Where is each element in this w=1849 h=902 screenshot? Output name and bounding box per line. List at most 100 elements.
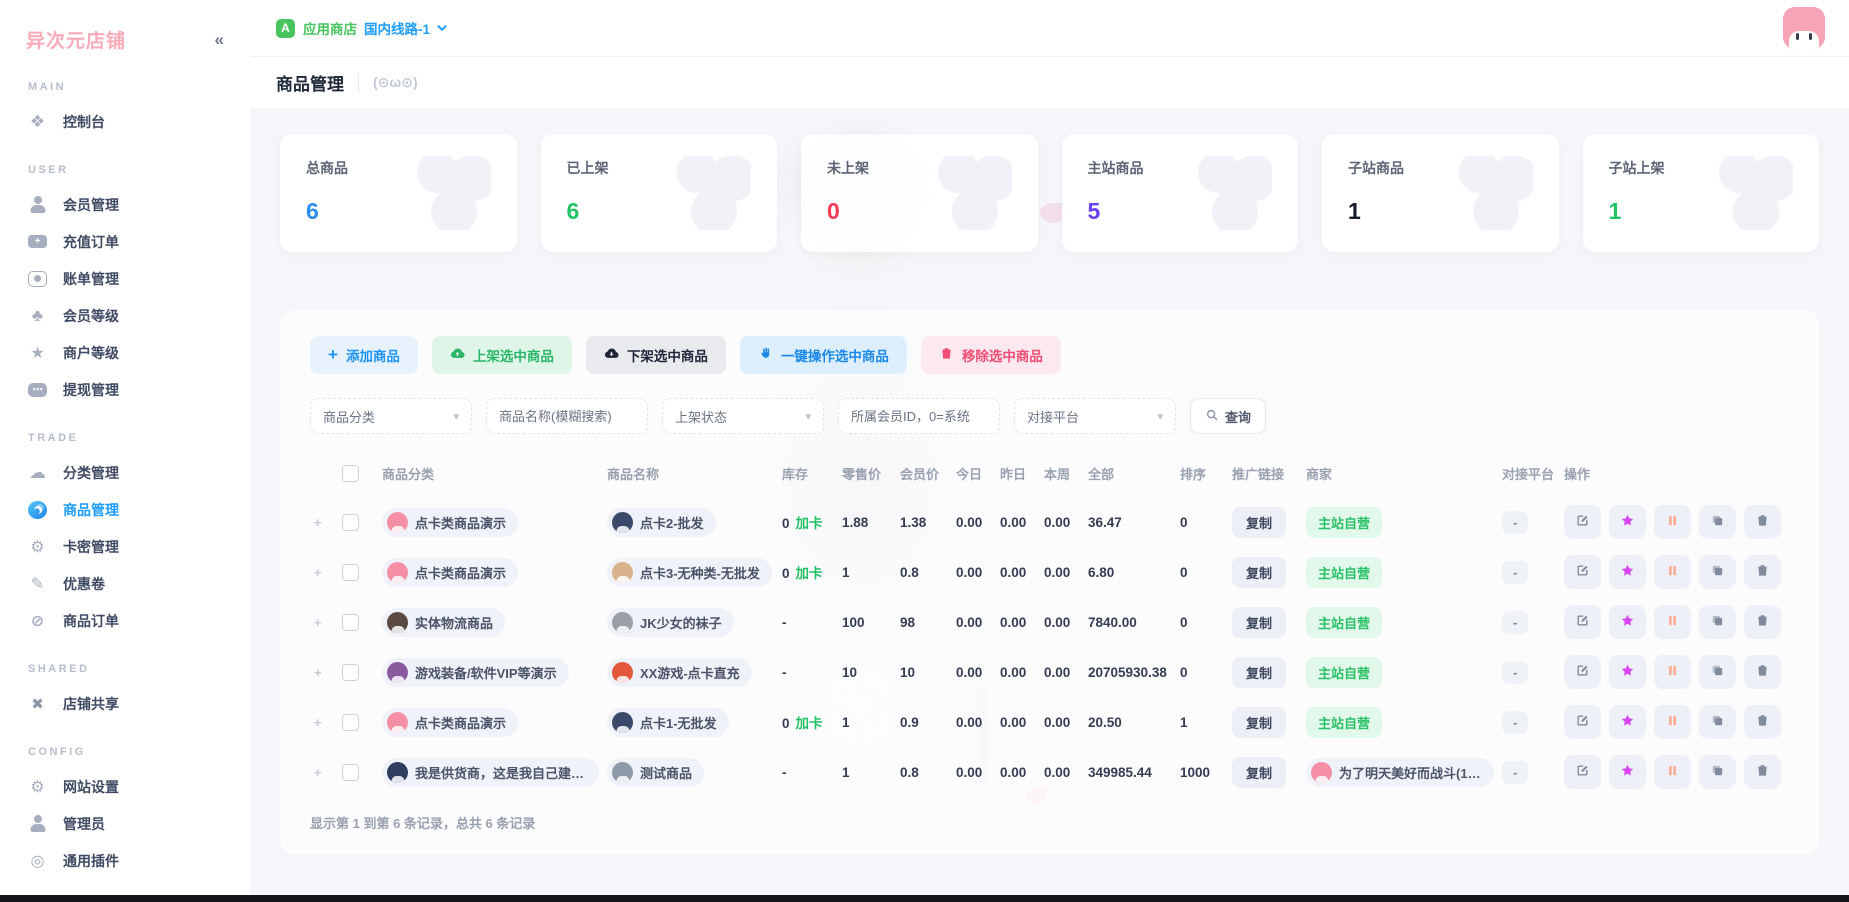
search-button[interactable]: 查询 [1190, 398, 1266, 434]
sidebar-item-billing[interactable]: 账单管理 [0, 260, 250, 297]
add-cards-link[interactable]: 加卡 [796, 566, 823, 581]
pause-action-button[interactable] [1654, 655, 1691, 689]
row-expander[interactable]: + [314, 715, 322, 730]
copy-action-button[interactable] [1699, 655, 1736, 689]
copy-action-button[interactable] [1699, 555, 1736, 589]
sidebar-item-product-orders[interactable]: 商品订单 [0, 602, 250, 639]
trash-action-button[interactable] [1744, 555, 1781, 589]
row-expander[interactable]: + [314, 765, 322, 780]
user-avatar[interactable] [1783, 7, 1825, 49]
star-action-button[interactable] [1609, 555, 1646, 589]
copy-link-button[interactable]: 复制 [1232, 507, 1286, 538]
row-expander[interactable]: + [314, 515, 322, 530]
edit-action-button[interactable] [1564, 555, 1601, 589]
filter-input-name[interactable] [499, 409, 635, 424]
copy-link-button[interactable]: 复制 [1232, 557, 1286, 588]
pause-action-button[interactable] [1654, 555, 1691, 589]
add-button[interactable]: +添加商品 [310, 336, 418, 374]
sidebar-item-site-settings[interactable]: 网站设置 [0, 768, 250, 805]
star-action-button[interactable] [1609, 505, 1646, 539]
line-selector[interactable]: 国内线路-1 [364, 18, 430, 38]
copy-link-button[interactable]: 复制 [1232, 707, 1286, 738]
filter-select-value: 对接平台 [1027, 407, 1079, 426]
sidebar-item-withdrawals[interactable]: 提现管理 [0, 371, 250, 408]
row-checkbox[interactable] [342, 614, 359, 631]
copy-action-button[interactable] [1699, 505, 1736, 539]
star-action-button[interactable] [1609, 705, 1646, 739]
sidebar-collapse-icon[interactable] [215, 30, 224, 50]
filter-select-status[interactable]: 上架状态▾ [662, 398, 824, 434]
week-cell: 0.00 [1040, 647, 1084, 697]
pause-action-button[interactable] [1654, 705, 1691, 739]
product-name-cell: 点卡1-无批发 [603, 697, 778, 747]
trash-action-button[interactable] [1744, 705, 1781, 739]
row-checkbox[interactable] [342, 714, 359, 731]
sidebar-item-shop-share[interactable]: 店铺共享 [0, 685, 250, 722]
copy-action-button[interactable] [1699, 755, 1736, 789]
edit-action-button[interactable] [1564, 705, 1601, 739]
remove-button[interactable]: 移除选中商品 [921, 336, 1061, 374]
avatar [612, 612, 633, 633]
select-all-checkbox[interactable] [342, 465, 359, 482]
star-action-button[interactable] [1609, 755, 1646, 789]
chevron-down-icon[interactable] [435, 21, 449, 35]
sidebar-item-label: 管理员 [63, 817, 105, 831]
merchant-cell: 主站自营 [1302, 697, 1498, 747]
yesterday-cell: 0.00 [996, 597, 1040, 647]
row-checkbox[interactable] [342, 764, 359, 781]
coupon-icon [28, 574, 47, 593]
sidebar-item-coupons[interactable]: 优惠卷 [0, 565, 250, 602]
trash-action-button[interactable] [1744, 605, 1781, 639]
edit-action-button[interactable] [1564, 605, 1601, 639]
category-cell: 点卡类商品演示 [378, 547, 603, 597]
batch-button[interactable]: 一键操作选中商品 [740, 336, 907, 374]
sidebar-item-card-keys[interactable]: 卡密管理 [0, 528, 250, 565]
row-checkbox[interactable] [342, 564, 359, 581]
copy-link-button[interactable]: 复制 [1232, 757, 1286, 788]
publish-button[interactable]: 上架选中商品 [432, 336, 572, 374]
row-checkbox[interactable] [342, 514, 359, 531]
row-expander[interactable]: + [314, 665, 322, 680]
category-cell: 我是供货商，这是我自己建的分类 [378, 747, 603, 797]
filter-select-category[interactable]: 商品分类▾ [310, 398, 472, 434]
actions-cell [1560, 697, 1789, 747]
sidebar-item-members[interactable]: 会员管理 [0, 186, 250, 223]
edit-action-button[interactable] [1564, 655, 1601, 689]
category-pill: 游戏装备/软件VIP等演示 [382, 658, 569, 687]
copy-link-button[interactable]: 复制 [1232, 657, 1286, 688]
row-expander[interactable]: + [314, 615, 322, 630]
sidebar-item-merchant-levels[interactable]: 商户等级 [0, 334, 250, 371]
star-action-button[interactable] [1609, 605, 1646, 639]
unpublish-button[interactable]: 下架选中商品 [586, 336, 726, 374]
sidebar-item-recharge-orders[interactable]: 充值订单 [0, 223, 250, 260]
edit-action-button[interactable] [1564, 755, 1601, 789]
sidebar-item-categories[interactable]: 分类管理 [0, 454, 250, 491]
filter-input-member-id[interactable] [851, 409, 987, 424]
sidebar-item-label: 商户等级 [63, 346, 119, 360]
add-cards-link[interactable]: 加卡 [796, 516, 823, 531]
sidebar-item-plugins[interactable]: 通用插件 [0, 842, 250, 879]
add-cards-link[interactable]: 加卡 [796, 716, 823, 731]
hand-icon [758, 346, 773, 364]
trash-action-button[interactable] [1744, 755, 1781, 789]
sidebar-item-admins[interactable]: 管理员 [0, 805, 250, 842]
edit-action-button[interactable] [1564, 505, 1601, 539]
trash-action-button[interactable] [1744, 655, 1781, 689]
pause-action-button[interactable] [1654, 605, 1691, 639]
sidebar-item-member-levels[interactable]: 会员等级 [0, 297, 250, 334]
copy-action-button[interactable] [1699, 705, 1736, 739]
yesterday-cell: 0.00 [996, 497, 1040, 547]
copy-link-button[interactable]: 复制 [1232, 607, 1286, 638]
row-expander[interactable]: + [314, 565, 322, 580]
star-action-button[interactable] [1609, 655, 1646, 689]
filter-select-platform[interactable]: 对接平台▾ [1014, 398, 1176, 434]
sidebar-item-console[interactable]: 控制台 [0, 103, 250, 140]
trash-action-button[interactable] [1744, 505, 1781, 539]
avatar [612, 662, 633, 683]
row-checkbox[interactable] [342, 664, 359, 681]
table-row: +点卡类商品演示点卡3-无种类-无批发0加卡10.80.000.000.006.… [310, 547, 1789, 597]
sidebar-item-products[interactable]: 商品管理 [0, 491, 250, 528]
pause-action-button[interactable] [1654, 505, 1691, 539]
copy-action-button[interactable] [1699, 605, 1736, 639]
pause-action-button[interactable] [1654, 755, 1691, 789]
